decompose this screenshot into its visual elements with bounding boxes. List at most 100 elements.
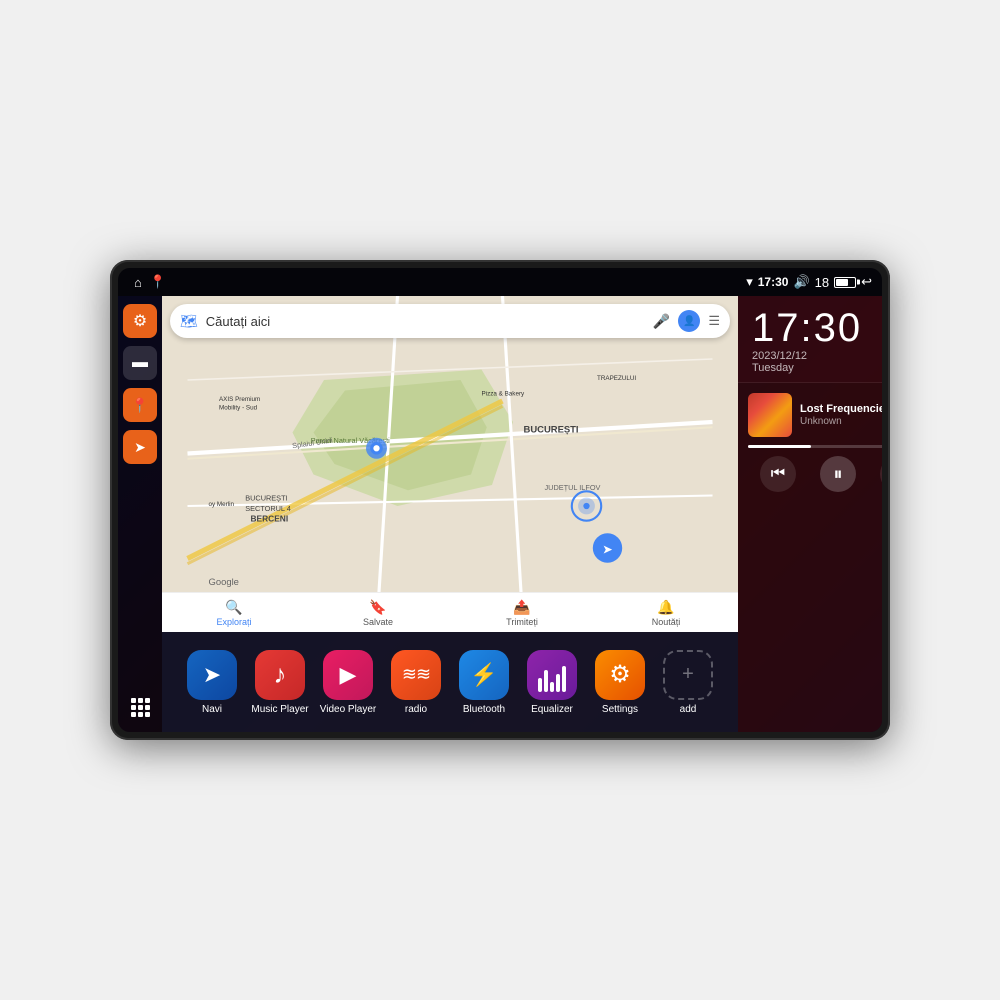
svg-text:Google: Google: [209, 577, 239, 588]
device-screen: ⌂ 📍 ▾ 17:30 🔊 18 ↩: [118, 268, 882, 732]
app-settings[interactable]: ⚙ Settings: [586, 650, 654, 715]
user-avatar[interactable]: 👤: [678, 310, 700, 332]
app-video-player[interactable]: ▶ Video Player: [314, 650, 382, 715]
prev-button[interactable]: ⏮: [760, 456, 796, 492]
music-player-label: Music Player: [251, 704, 308, 715]
dot: [131, 705, 136, 710]
clock-time: 17:30: [752, 308, 882, 348]
settings-icon: ⚙: [595, 650, 645, 700]
back-icon[interactable]: ↩: [861, 274, 872, 290]
sidebar-maps-button[interactable]: 📍: [123, 388, 157, 422]
news-icon: 🔔: [657, 599, 674, 616]
album-art-image: [748, 393, 792, 437]
map-tab-explore[interactable]: 🔍 Explorați: [162, 599, 306, 627]
sidebar: ⚙ ▬ 📍 ➤: [118, 296, 162, 732]
settings-label: Settings: [602, 704, 638, 715]
search-placeholder[interactable]: Căutați aici: [206, 314, 645, 329]
svg-text:Mobility - Sud: Mobility - Sud: [219, 404, 258, 411]
music-widget: Lost Frequencies_Janie... Unknown ⏮ ⏸ ⏭: [738, 383, 882, 732]
navi-label: Navi: [202, 704, 222, 715]
status-bar: ⌂ 📍 ▾ 17:30 🔊 18 ↩: [118, 268, 882, 296]
clock-date-value: 2023/12/12: [752, 350, 807, 362]
saved-icon: 🔖: [369, 599, 386, 616]
svg-text:BERCENI: BERCENI: [251, 514, 289, 524]
dot: [131, 712, 136, 717]
app-add[interactable]: + add: [654, 650, 722, 715]
maps-status-icon[interactable]: 📍: [150, 274, 166, 290]
dots-grid-icon: [131, 698, 150, 717]
app-navi[interactable]: ➤ Navi: [178, 650, 246, 715]
dot: [145, 705, 150, 710]
music-text: Lost Frequencies_Janie... Unknown: [800, 403, 882, 427]
map-tab-saved[interactable]: 🔖 Salvate: [306, 599, 450, 627]
sidebar-files-button[interactable]: ▬: [123, 346, 157, 380]
navi-icon: ➤: [187, 650, 237, 700]
search-settings-icon[interactable]: ☰: [708, 313, 720, 329]
device: ⌂ 📍 ▾ 17:30 🔊 18 ↩: [110, 260, 890, 740]
add-icon: +: [663, 650, 713, 700]
map-svg: Splaiul Unirii Parcul Natural Văcărești …: [162, 296, 738, 632]
map-bottom-bar: 🔍 Explorați 🔖 Salvate 📤 Trimiteți �: [162, 592, 738, 632]
bluetooth-icon: ⚡: [459, 650, 509, 700]
album-art: [748, 393, 792, 437]
center-area: Splaiul Unirii Parcul Natural Văcărești …: [162, 296, 738, 732]
sidebar-settings-button[interactable]: ⚙: [123, 304, 157, 338]
battery-fill: [836, 279, 848, 286]
app-dock: ➤ Navi ♪ Music Player ▶ Video Player ≋≋ …: [162, 632, 738, 732]
main-content: ⚙ ▬ 📍 ➤: [118, 296, 882, 732]
svg-text:TRAPEZULUI: TRAPEZULUI: [597, 375, 636, 382]
equalizer-icon: [527, 650, 577, 700]
svg-text:➤: ➤: [602, 542, 613, 556]
music-player-icon: ♪: [255, 650, 305, 700]
progress-fill: [748, 445, 811, 448]
music-artist: Unknown: [800, 416, 882, 427]
bluetooth-label: Bluetooth: [463, 704, 505, 715]
music-title: Lost Frequencies_Janie...: [800, 403, 882, 415]
clock-widget: 17:30 2023/12/12 Tuesday: [738, 296, 882, 383]
clock-date: 2023/12/12 Tuesday: [752, 350, 882, 374]
send-icon: 📤: [513, 599, 530, 616]
status-time: 17:30: [758, 275, 789, 289]
svg-text:AXIS Premium: AXIS Premium: [219, 396, 260, 403]
app-equalizer[interactable]: Equalizer: [518, 650, 586, 715]
dot: [138, 698, 143, 703]
home-icon[interactable]: ⌂: [134, 275, 142, 290]
svg-text:Pizza & Bakery: Pizza & Bakery: [482, 391, 526, 398]
dot: [131, 698, 136, 703]
saved-label: Salvate: [363, 617, 393, 627]
svg-text:SECTORUL 4: SECTORUL 4: [245, 504, 291, 513]
app-music-player[interactable]: ♪ Music Player: [246, 650, 314, 715]
music-info: Lost Frequencies_Janie... Unknown: [748, 393, 882, 437]
explore-icon: 🔍: [225, 599, 242, 616]
app-radio[interactable]: ≋≋ radio: [382, 650, 450, 715]
sidebar-apps-button[interactable]: [123, 690, 157, 724]
svg-text:JUDEȚUL ILFOV: JUDEȚUL ILFOV: [545, 483, 601, 492]
map-container[interactable]: Splaiul Unirii Parcul Natural Văcărești …: [162, 296, 738, 632]
battery-icon: [834, 277, 856, 288]
svg-text:oy Merlin: oy Merlin: [209, 501, 235, 508]
map-tab-news[interactable]: 🔔 Noutăți: [594, 599, 738, 627]
volume-icon: 🔊: [793, 274, 809, 290]
dot: [145, 698, 150, 703]
app-bluetooth[interactable]: ⚡ Bluetooth: [450, 650, 518, 715]
right-panel: 17:30 2023/12/12 Tuesday Lost Freq: [738, 296, 882, 732]
news-label: Noutăți: [652, 617, 681, 627]
sidebar-navigate-button[interactable]: ➤: [123, 430, 157, 464]
dot: [138, 712, 143, 717]
map-tab-send[interactable]: 📤 Trimiteți: [450, 599, 594, 627]
radio-label: radio: [405, 704, 427, 715]
map-search-bar[interactable]: 🗺 Căutați aici 🎤 👤 ☰: [170, 304, 730, 338]
progress-bar[interactable]: [748, 445, 882, 448]
video-player-icon: ▶: [323, 650, 373, 700]
music-controls: ⏮ ⏸ ⏭: [748, 456, 882, 492]
google-maps-icon: 🗺: [180, 313, 198, 330]
svg-text:BUCUREȘTI: BUCUREȘTI: [524, 425, 579, 436]
radio-icon: ≋≋: [391, 650, 441, 700]
microphone-icon[interactable]: 🎤: [653, 313, 670, 330]
explore-label: Explorați: [216, 617, 251, 627]
next-button[interactable]: ⏭: [880, 456, 882, 492]
pause-button[interactable]: ⏸: [820, 456, 856, 492]
dot: [138, 705, 143, 710]
add-label: add: [680, 704, 697, 715]
svg-text:BUCUREȘTI: BUCUREȘTI: [245, 494, 287, 503]
